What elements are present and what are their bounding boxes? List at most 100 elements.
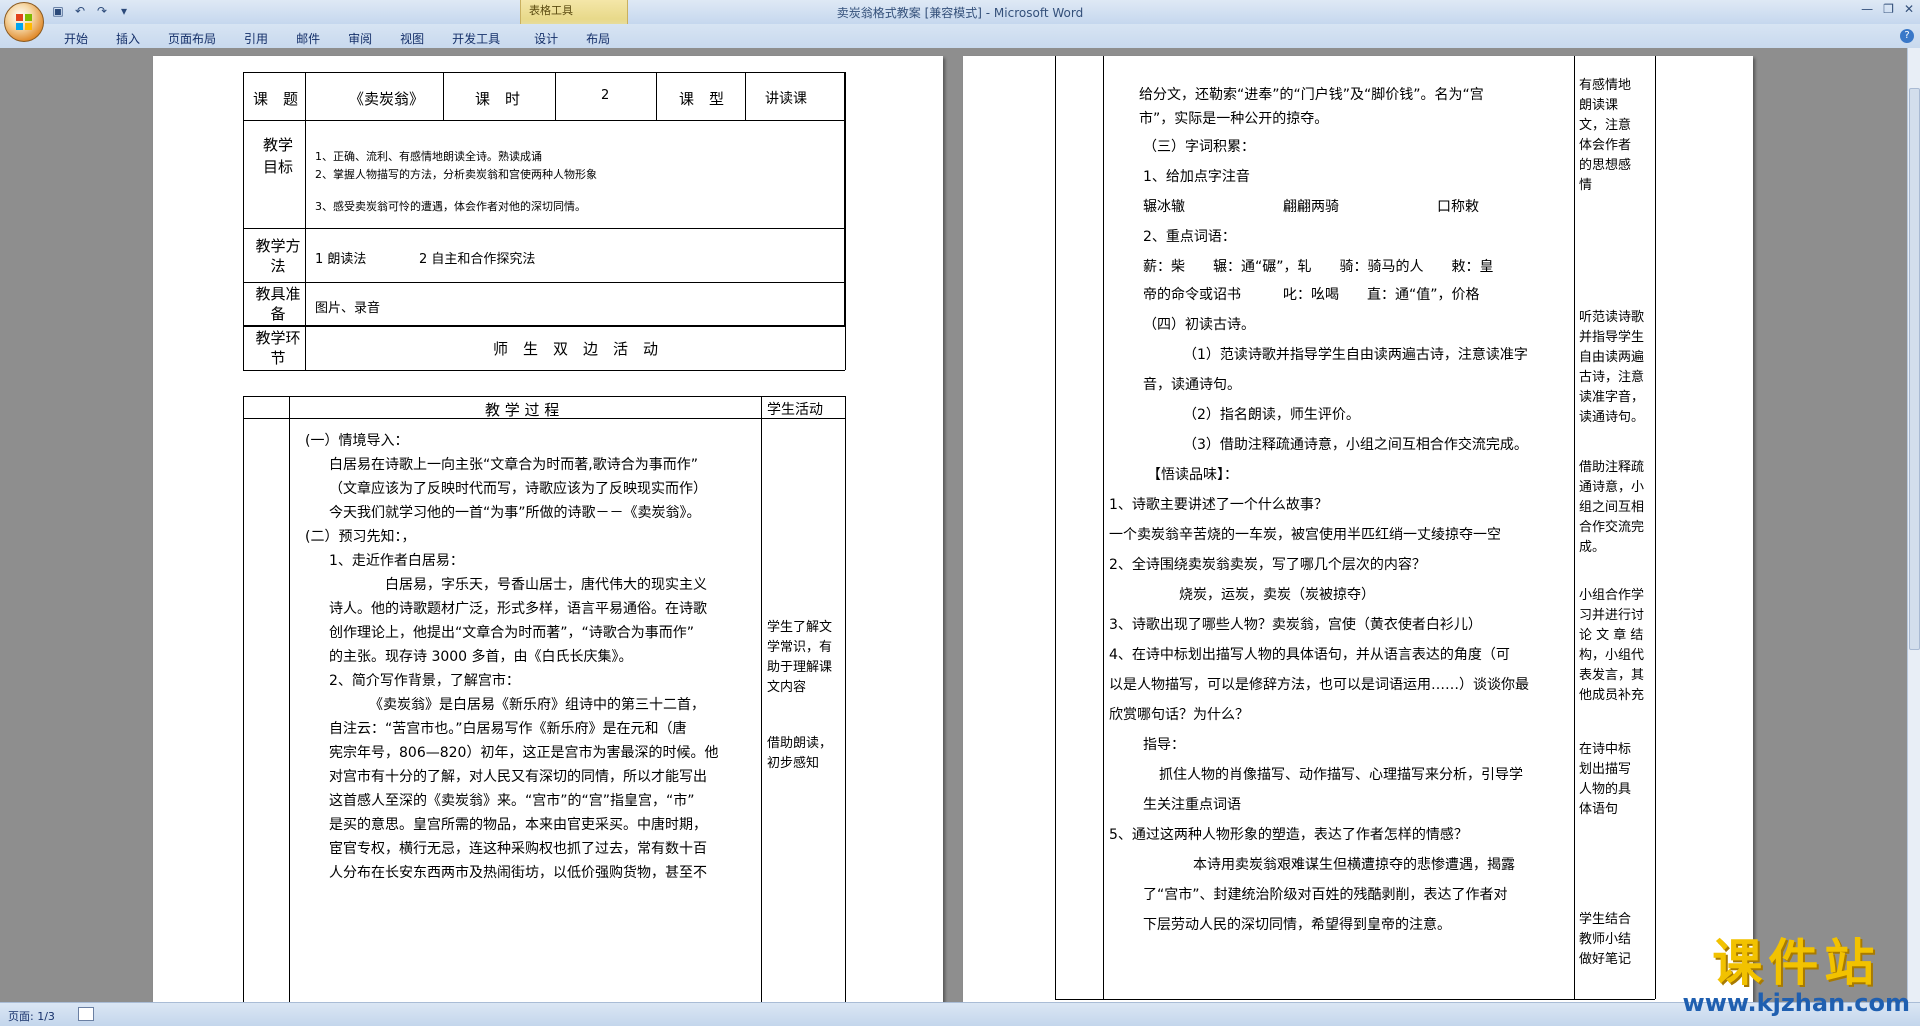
side-note: 合作交流完 bbox=[1579, 520, 1645, 535]
page2-line: 3、诗歌出现了哪些人物？卖炭翁，宫使（黄衣使者白衫儿） bbox=[1109, 617, 1482, 633]
side-note: 论 文 章 结 bbox=[1579, 628, 1644, 643]
page-counter[interactable]: 页面: 1/3 bbox=[8, 1008, 55, 1024]
title-bar: ▣ ↶ ↷ ▾ 卖炭翁格式教案 [兼容模式] - Microsoft Word … bbox=[0, 0, 1920, 24]
process-line: 这首感人至深的《卖炭翁》来。“宫市”的“宫”指皇宫，“市” bbox=[329, 793, 695, 809]
document-workspace: 课 题 《卖炭翁》 课 时 2 课 型 讲读课 教学目标 1、正确、流利、有感情… bbox=[0, 48, 1908, 1002]
side-note: 划出描写 bbox=[1579, 762, 1632, 777]
goal-line-2: 2、掌握人物描写的方法，分析卖炭翁和宫使两种人物形象 bbox=[315, 168, 597, 181]
site-watermark: 课件站 www.kjzhan.com bbox=[1683, 923, 1910, 1017]
student-note: 初步感知 bbox=[767, 756, 820, 771]
side-note: 自由读两遍 bbox=[1579, 350, 1645, 365]
office-logo-icon bbox=[16, 14, 32, 30]
segment-value: 师 生 双 边 活 动 bbox=[493, 340, 659, 358]
hours-value: 2 bbox=[601, 88, 610, 103]
side-note: 学生结合 bbox=[1579, 912, 1632, 927]
side-note: 借助注释疏 bbox=[1579, 460, 1645, 475]
proofing-icon[interactable] bbox=[78, 1007, 94, 1021]
tab-design[interactable]: 设计 bbox=[514, 28, 572, 49]
method-value-2: 2 自主和合作探究法 bbox=[419, 252, 536, 267]
type-label: 课 型 bbox=[679, 90, 725, 108]
status-bar: 页面: 1/3 bbox=[0, 1002, 1920, 1026]
side-note: 情 bbox=[1579, 178, 1593, 193]
tab-layout[interactable]: 布局 bbox=[572, 28, 624, 49]
page2-line: 薪：柴 辗：通“碾”，轧 骑：骑马的人 敕：皇 bbox=[1143, 259, 1494, 275]
process-line: （文章应该为了反映时代而写，诗歌应该为了反映现实而作） bbox=[329, 481, 707, 497]
page2-line: 抓住人物的肖像描写、动作描写、心理描写来分析，引导学 bbox=[1159, 767, 1523, 783]
process-line: 宦官专权，横行无忌，连这种采购权也抓了过去，常有数十百 bbox=[329, 841, 707, 857]
side-note: 做好笔记 bbox=[1579, 952, 1632, 967]
student-note: 学生了解文 bbox=[767, 620, 833, 635]
student-note: 助于理解课 bbox=[767, 660, 833, 675]
student-note: 文内容 bbox=[767, 680, 807, 695]
vertical-scrollbar[interactable] bbox=[1907, 48, 1920, 1002]
side-note: 古诗，注意 bbox=[1579, 370, 1645, 385]
office-button[interactable] bbox=[4, 2, 44, 42]
page2-line: 音，读通诗句。 bbox=[1143, 377, 1241, 393]
tab-view[interactable]: 视图 bbox=[386, 28, 438, 49]
goals-label: 教学目标 bbox=[263, 136, 294, 176]
window-title: 卖炭翁格式教案 [兼容模式] - Microsoft Word bbox=[836, 6, 1084, 20]
close-icon[interactable]: ✕ bbox=[1904, 2, 1914, 16]
student-activity-header: 学生活动 bbox=[767, 402, 823, 418]
tab-mailings[interactable]: 邮件 bbox=[282, 28, 334, 49]
page2-line: （3）借助注释疏通诗意，小组之间互相合作交流完成。 bbox=[1183, 437, 1528, 453]
side-note: 有感情地 bbox=[1579, 78, 1632, 93]
side-note: 小组合作学 bbox=[1579, 588, 1645, 603]
topic-label: 课 题 bbox=[253, 90, 299, 108]
type-value: 讲读课 bbox=[765, 91, 807, 107]
process-line: 自注云：“苦宫市也。”白居易写作《新乐府》是在元和（唐 bbox=[329, 721, 687, 737]
process-line: 白居易，字乐天，号香山居士，唐代伟大的现实主义 bbox=[385, 577, 707, 593]
page2-line: 一个卖炭翁辛苦烧的一车炭，被宫使用半匹红绡一丈绫掠夺一空 bbox=[1109, 527, 1501, 543]
document-page-1: 课 题 《卖炭翁》 课 时 2 课 型 讲读课 教学目标 1、正确、流利、有感情… bbox=[153, 56, 943, 1002]
topic-value: 《卖炭翁》 bbox=[349, 90, 425, 108]
tab-references[interactable]: 引用 bbox=[230, 28, 282, 49]
goal-line-3: 3、感受卖炭翁可怜的遭遇，体会作者对他的深切同情。 bbox=[315, 200, 586, 213]
scroll-thumb[interactable] bbox=[1909, 88, 1920, 650]
watermark-url: www.kjzhan.com bbox=[1682, 989, 1910, 1017]
side-note: 体语句 bbox=[1579, 802, 1619, 817]
side-note: 成。 bbox=[1579, 540, 1606, 555]
method-label: 教学方法 bbox=[255, 237, 301, 275]
side-note: 体会作者 bbox=[1579, 138, 1632, 153]
side-note: 并指导学生 bbox=[1579, 330, 1645, 345]
side-note: 通诗意，小 bbox=[1579, 480, 1645, 495]
page2-line: 2、全诗围绕卖炭翁卖炭，写了哪几个层次的内容？ bbox=[1109, 557, 1426, 573]
goal-line-1: 1、正确、流利、有感情地朗读全诗。熟读成诵 bbox=[315, 150, 542, 163]
minimize-icon[interactable]: — bbox=[1861, 2, 1873, 16]
process-line: 白居易在诗歌上一向主张“文章合为时而著,歌诗合为事而作” bbox=[329, 457, 698, 473]
page2-line: 生关注重点词语 bbox=[1143, 797, 1241, 813]
process-header: 教 学 过 程 bbox=[485, 401, 560, 419]
side-note: 组之间互相 bbox=[1579, 500, 1645, 515]
page2-line: 辗冰辙 bbox=[1143, 199, 1185, 215]
page2-line: 下层劳动人民的深切同情，希望得到皇帝的注意。 bbox=[1143, 917, 1451, 933]
hours-label: 课 时 bbox=[475, 90, 521, 108]
student-note: 借助朗读， bbox=[767, 736, 833, 751]
watermark-text: 课件站 bbox=[1712, 934, 1881, 992]
side-note: 文，注意 bbox=[1579, 118, 1632, 133]
tab-review[interactable]: 审阅 bbox=[334, 28, 386, 49]
page2-line: 给分文，还勒索“进奉”的“门户钱”及“脚价钱”。名为“宫 bbox=[1139, 87, 1484, 103]
process-line: 《卖炭翁》是白居易《新乐府》组诗中的第三十二首， bbox=[369, 697, 705, 713]
side-note: 习并进行讨 bbox=[1579, 608, 1645, 623]
page2-line: 1、诗歌主要讲述了一个什么故事？ bbox=[1109, 497, 1328, 513]
process-line: (二）预习先知：， bbox=[305, 529, 416, 545]
process-line: 人分布在长安东西两市及热闹街坊，以低价强购货物，甚至不 bbox=[329, 865, 707, 881]
process-line: (一）情境导入： bbox=[305, 433, 409, 449]
side-note: 他成员补充 bbox=[1579, 688, 1645, 703]
help-icon[interactable]: ? bbox=[1900, 29, 1914, 43]
tab-insert[interactable]: 插入 bbox=[102, 28, 154, 49]
side-note: 读准字音， bbox=[1579, 390, 1645, 405]
ribbon-tabs: 开始 插入 页面布局 引用 邮件 审阅 视图 开发工具 设计 布局 bbox=[50, 28, 624, 49]
page2-line: （1）范读诗歌并指导学生自由读两遍古诗，注意读准字 bbox=[1183, 347, 1528, 363]
tab-home[interactable]: 开始 bbox=[50, 28, 102, 49]
page2-line: 1、给加点字注音 bbox=[1143, 169, 1250, 185]
segment-label: 教学环节 bbox=[255, 329, 301, 367]
tab-developer[interactable]: 开发工具 bbox=[438, 28, 514, 49]
side-note: 朗读课 bbox=[1579, 98, 1619, 113]
page2-line: （三）字词积累： bbox=[1143, 139, 1255, 155]
tab-page-layout[interactable]: 页面布局 bbox=[154, 28, 230, 49]
restore-icon[interactable]: ❐ bbox=[1883, 2, 1894, 16]
student-note: 学常识，有 bbox=[767, 640, 833, 655]
page2-line: 欣赏哪句话？为什么？ bbox=[1109, 707, 1249, 723]
tools-label: 教具准备 bbox=[255, 285, 301, 323]
